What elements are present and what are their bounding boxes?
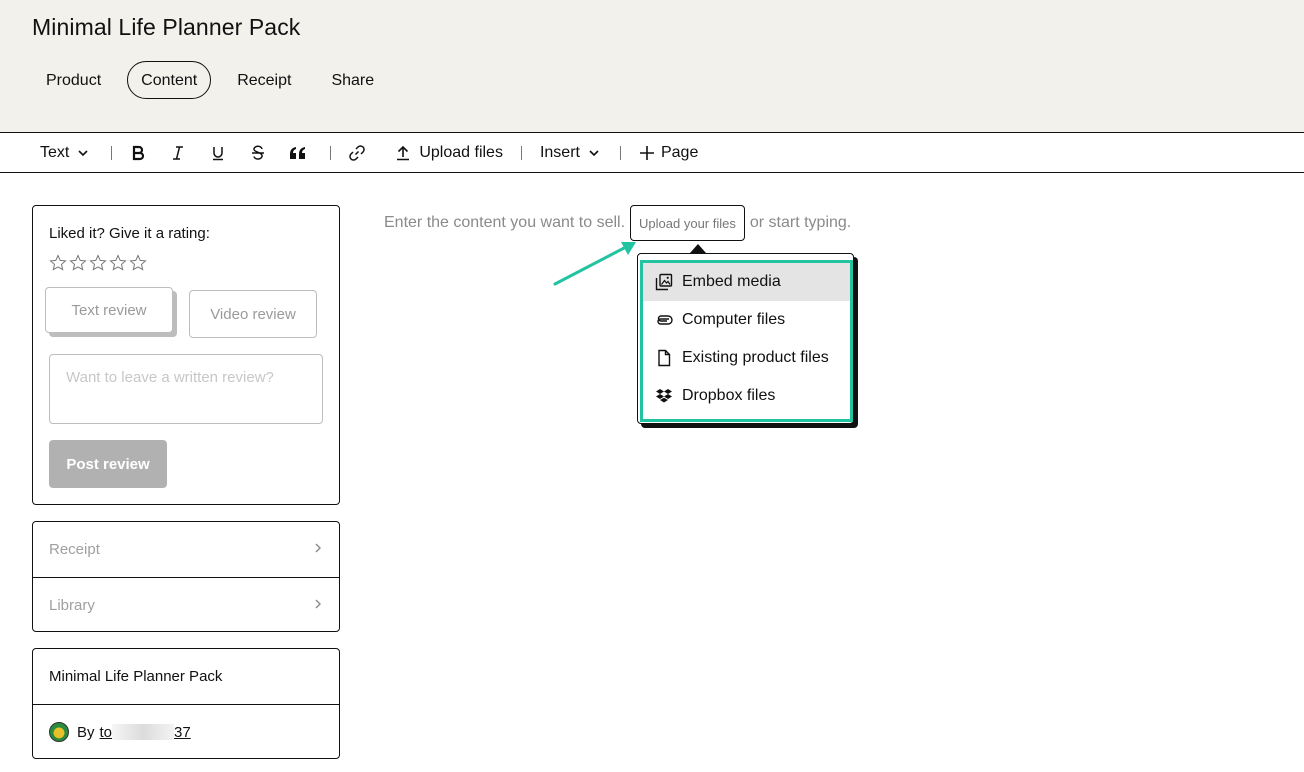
chevron-right-icon [313,597,323,614]
add-page-label: Page [660,143,699,161]
nav-item-label: Library [49,596,95,614]
star-icon[interactable] [69,254,87,272]
chevron-down-icon [77,147,89,159]
embed-media-icon [655,273,673,291]
upload-files-label: Upload files [419,143,503,161]
nav-item-library[interactable]: Library [33,577,339,632]
quote-icon[interactable] [286,138,310,168]
upload-menu: Embed media Computer files Existing prod… [637,253,854,424]
toolbar-divider [330,145,332,160]
insert-label: Insert [539,143,580,161]
plus-icon [639,145,655,161]
upload-files-button[interactable]: Upload files [387,138,511,168]
rating-card: Liked it? Give it a rating: Text review … [32,205,340,505]
content-prompt-before: Enter the content you want to sell. [384,214,626,231]
tab-receipt[interactable]: Receipt [223,61,305,99]
nav-card: Receipt Library [32,521,340,632]
editor-toolbar: Text Upload files Insert Page [0,133,1304,173]
text-style-dropdown[interactable]: Text [32,138,97,168]
product-name: Minimal Life Planner Pack [49,668,223,685]
link-icon[interactable] [345,138,369,168]
content-prompt-after: or start typing. [749,214,852,231]
menu-item-dropbox-files[interactable]: Dropbox files [643,377,850,415]
tab-product[interactable]: Product [32,61,115,99]
post-review-button[interactable]: Post review [49,440,167,488]
paperclip-icon [655,311,673,329]
written-review-input[interactable]: Want to leave a written review? [49,354,323,424]
star-icon[interactable] [49,254,67,272]
menu-item-label: Dropbox files [682,387,776,404]
text-review-button[interactable]: Text review [45,287,173,333]
italic-icon[interactable] [166,138,190,168]
by-label: By [77,723,95,741]
star-icon[interactable] [129,254,147,272]
author-name-start: to [99,723,113,741]
chevron-right-icon [313,541,323,558]
rating-title: Liked it? Give it a rating: [49,225,210,242]
nav-item-label: Receipt [49,541,100,558]
product-card: Minimal Life Planner Pack By to 37 [32,648,340,759]
popup-caret [690,244,706,253]
text-style-label: Text [40,143,70,161]
menu-item-label: Computer files [682,311,786,328]
toolbar-divider [520,145,522,160]
author-name-end: 37 [174,723,191,741]
dropbox-icon [655,387,673,405]
chevron-down-icon [588,147,600,159]
strikethrough-icon[interactable] [246,138,270,168]
toolbar-divider [619,145,621,160]
star-rating [49,254,147,272]
menu-item-embed-media[interactable]: Embed media [643,263,850,301]
upload-icon [395,145,411,161]
add-page-button[interactable]: Page [631,138,706,168]
upload-menu-list: Embed media Computer files Existing prod… [643,263,850,415]
upload-your-files-button[interactable]: Upload your files [630,205,745,241]
tab-content[interactable]: Content [127,61,212,99]
menu-item-label: Existing product files [682,349,829,366]
redacted-text [112,723,175,740]
menu-item-label: Embed media [682,273,781,290]
underline-icon[interactable] [206,138,230,168]
insert-dropdown[interactable]: Insert [532,138,608,168]
author-link[interactable]: to 37 [99,723,191,741]
bold-icon[interactable] [126,138,150,168]
page-title: Minimal Life Planner Pack [32,14,301,40]
page-header: Minimal Life Planner Pack Product Conten… [0,0,1304,133]
star-icon[interactable] [109,254,127,272]
star-icon[interactable] [89,254,107,272]
menu-item-existing-product-files[interactable]: Existing product files [643,339,850,377]
video-review-button[interactable]: Video review [189,290,317,338]
menu-item-computer-files[interactable]: Computer files [643,301,850,339]
file-icon [655,349,673,367]
avatar [49,722,69,742]
toolbar-divider [111,145,113,160]
tab-bar: Product Content Receipt Share [32,61,400,99]
author-row: By to 37 [33,704,339,759]
nav-item-receipt[interactable]: Receipt [33,522,339,577]
annotation-arrow-icon [553,242,636,286]
tab-share[interactable]: Share [317,61,388,99]
